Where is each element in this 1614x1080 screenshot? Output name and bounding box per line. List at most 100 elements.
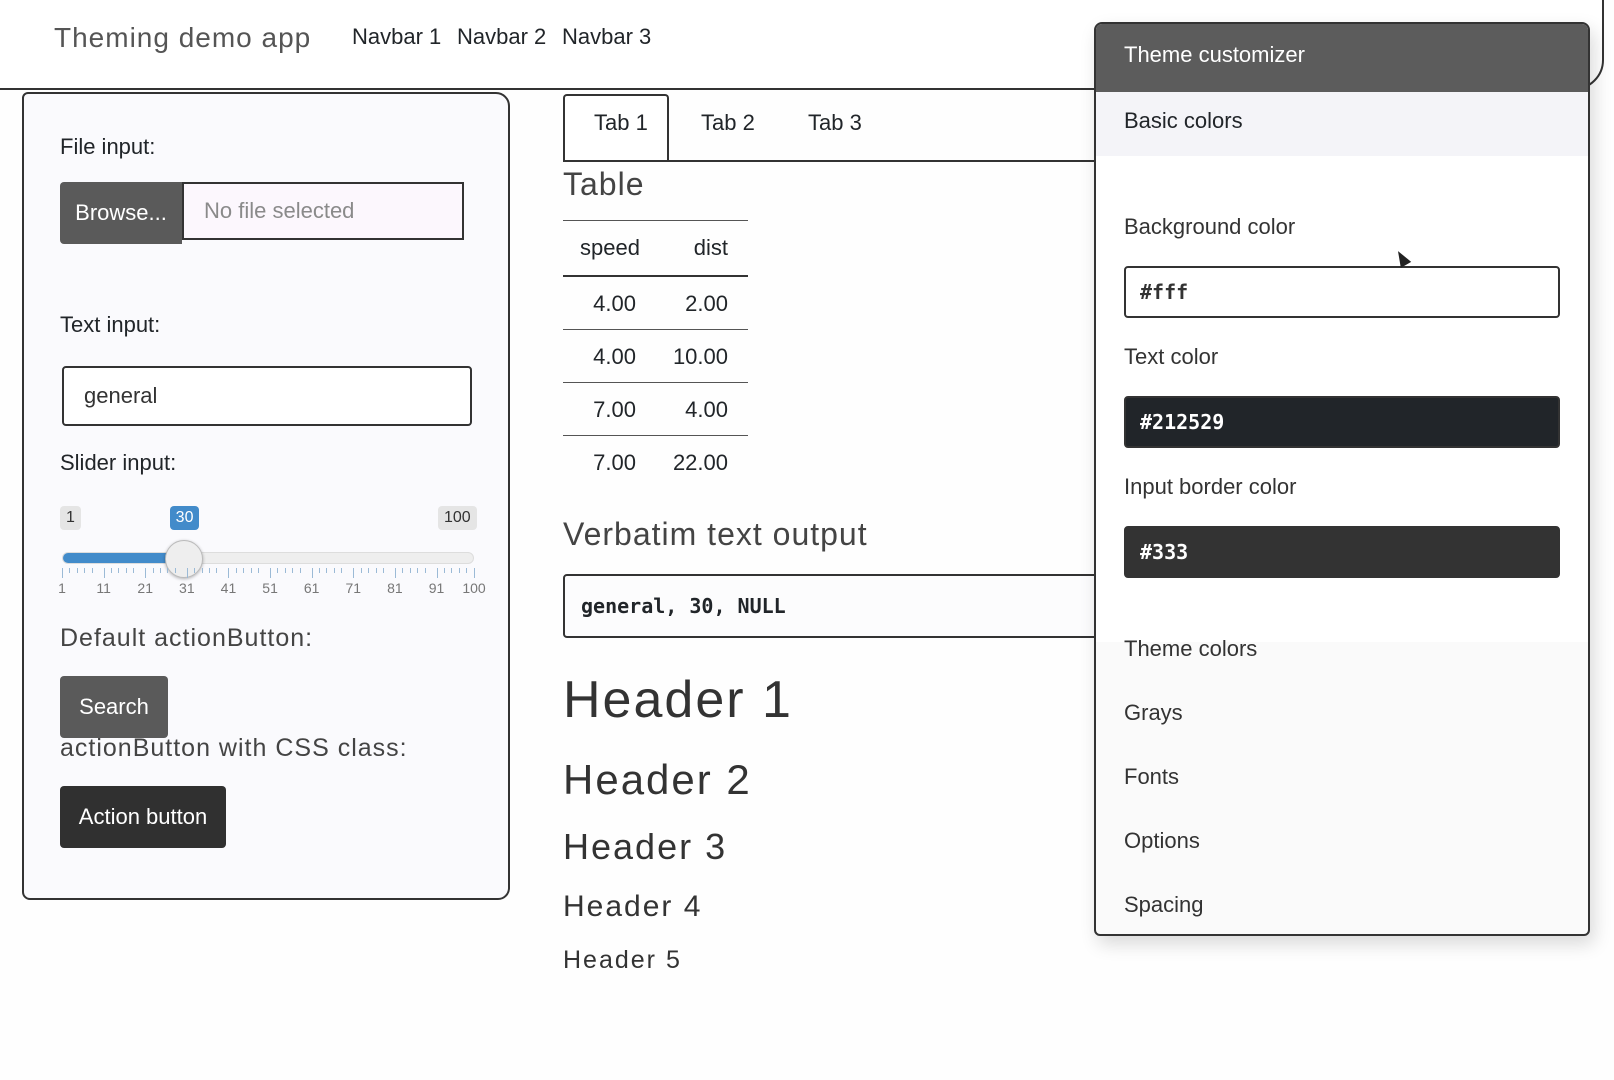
slider-minor-tick (76, 568, 78, 573)
slider-minor-tick (466, 568, 468, 573)
slider-tick (186, 568, 188, 578)
slider-minor-tick (174, 568, 176, 573)
table-cell: 10.00 (672, 344, 728, 369)
tab-3[interactable]: Tab 3 (808, 110, 862, 136)
slider-minor-tick (125, 568, 127, 573)
slider-tick (228, 568, 230, 578)
slider-minor-tick (250, 568, 252, 573)
table-cell: 7.00 (593, 450, 636, 475)
slider-tick-label: 51 (262, 580, 278, 596)
tab-2[interactable]: Tab 2 (701, 110, 755, 136)
slider-min-label: 1 (60, 506, 81, 530)
brand-title[interactable]: Theming demo app (54, 22, 311, 54)
sidebar-panel: File input: Browse... No file selected T… (22, 92, 510, 900)
table-cell: 4.00 (593, 291, 636, 316)
section-fonts[interactable]: Fonts (1124, 764, 1179, 790)
slider-minor-tick (69, 568, 71, 573)
slider-tick-label: 11 (96, 580, 111, 596)
column-header-speed: speed (580, 235, 640, 260)
section-spacing[interactable]: Spacing (1124, 892, 1204, 918)
slider-tick (103, 568, 105, 578)
slider-tick (394, 568, 396, 578)
slider-minor-tick (424, 568, 426, 573)
slider-minor-tick (243, 568, 245, 573)
slider-minor-tick (292, 568, 294, 573)
header-5: Header 5 (563, 946, 682, 974)
css-button-label: actionButton with CSS class: (60, 734, 408, 762)
slider-tick (62, 568, 63, 578)
table-row: 7.00 22.00 (563, 436, 748, 488)
section-basic-colors[interactable]: Basic colors (1096, 92, 1588, 156)
verbatim-output: general, 30, NULL (563, 574, 1103, 638)
slider-tick-label: 41 (220, 580, 237, 596)
customizer-title: Theme customizer (1096, 24, 1588, 92)
section-options[interactable]: Options (1124, 828, 1200, 854)
file-name-field[interactable]: No file selected (182, 182, 464, 240)
slider-minor-tick (382, 568, 384, 573)
slider-tick-label: 1 (58, 580, 66, 596)
table-header-row: speed dist (563, 220, 748, 277)
slider-minor-tick (160, 568, 162, 573)
slider-minor-tick (299, 568, 301, 573)
slider-handle[interactable] (164, 540, 203, 578)
input-border-color-input[interactable]: #333 (1124, 526, 1560, 578)
text-input-label: Text input: (60, 312, 161, 337)
slider-max-label: 100 (438, 506, 477, 530)
slider-tick (145, 568, 147, 578)
header-2: Header 2 (563, 756, 752, 803)
slider-minor-tick (277, 568, 279, 573)
header-3: Header 3 (563, 826, 728, 867)
nav-link-navbar-2[interactable]: Navbar 2 (457, 24, 546, 50)
slider-minor-tick (319, 568, 321, 573)
tab-1-label[interactable]: Tab 1 (594, 110, 648, 136)
slider-minor-tick (409, 568, 411, 573)
slider-minor-tick (84, 568, 86, 573)
nav-link-navbar-3[interactable]: Navbar 3 (562, 24, 651, 50)
browse-button[interactable]: Browse... (60, 182, 182, 244)
table-row: 4.00 2.00 (563, 277, 748, 330)
table-title: Table (563, 166, 645, 202)
action-button[interactable]: Action button (60, 786, 226, 848)
basic-colors-body: Background color #fff Text color #212529… (1096, 156, 1588, 642)
text-input[interactable] (62, 366, 472, 426)
slider-minor-tick (341, 568, 343, 573)
background-color-label: Background color (1124, 214, 1296, 239)
slider-minor-tick (118, 568, 120, 573)
data-table: speed dist 4.00 2.00 4.00 10.00 7.00 4.0… (563, 220, 748, 488)
slider-tick-label: 21 (137, 580, 154, 596)
text-color-input[interactable]: #212529 (1124, 396, 1560, 448)
slider-tick (311, 568, 313, 578)
file-input-label: File input: (60, 134, 156, 159)
slider-minor-tick (375, 568, 377, 573)
nav-link-navbar-1[interactable]: Navbar 1 (352, 24, 441, 50)
default-button-label: Default actionButton: (60, 624, 314, 652)
header-1: Header 1 (563, 671, 793, 729)
background-color-input[interactable]: #fff (1124, 266, 1560, 318)
slider-track[interactable] (62, 552, 474, 564)
slider-minor-tick (417, 568, 419, 573)
slider-tick-label: 81 (387, 580, 403, 596)
slider-minor-tick (258, 568, 260, 573)
slider-minor-tick (152, 568, 154, 573)
search-button[interactable]: Search (60, 676, 168, 738)
column-header-dist: dist (693, 235, 728, 260)
slider-tick-label: 31 (179, 580, 195, 596)
header-4: Header 4 (563, 890, 703, 923)
table-row: 7.00 4.00 (563, 383, 748, 436)
slider-minor-tick (91, 568, 93, 573)
slider-tick (436, 568, 438, 578)
slider-minor-tick (458, 568, 460, 573)
slider-value-label: 30 (169, 506, 200, 530)
slider-minor-tick (333, 568, 335, 573)
slider-minor-tick (284, 568, 286, 573)
slider-tick-label: 91 (428, 580, 445, 596)
slider-tick-label: 100 (462, 580, 486, 596)
table-cell: 4.00 (593, 344, 636, 369)
table-row: 4.00 10.00 (563, 330, 748, 383)
section-grays[interactable]: Grays (1124, 700, 1183, 726)
section-theme-colors[interactable]: Theme colors (1124, 636, 1257, 662)
slider-minor-tick (216, 568, 218, 573)
slider-minor-tick (451, 568, 453, 573)
table-cell: 2.00 (685, 291, 728, 316)
slider-minor-tick (167, 568, 169, 573)
